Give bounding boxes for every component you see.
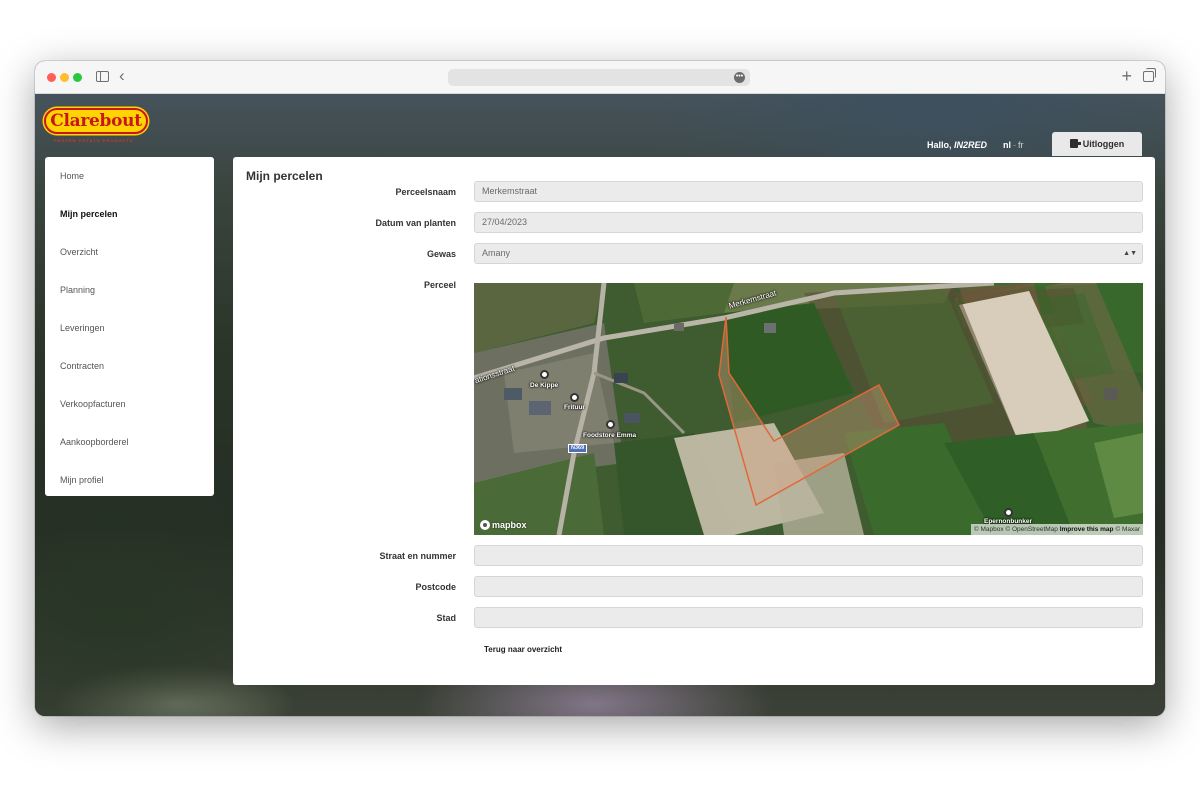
lang-fr[interactable]: fr bbox=[1018, 140, 1024, 150]
map-pin-icon[interactable] bbox=[570, 393, 579, 402]
tabs-overview-icon[interactable] bbox=[1143, 68, 1156, 82]
chevron-left-icon[interactable]: ‹ bbox=[119, 67, 125, 85]
logout-label: Uitloggen bbox=[1082, 139, 1125, 149]
sidebar-item-home[interactable]: Home bbox=[60, 170, 84, 182]
stad-field[interactable] bbox=[474, 607, 1143, 628]
lang-separator: - bbox=[1013, 140, 1016, 150]
ellipsis-icon[interactable]: ••• bbox=[734, 72, 745, 83]
stad-label: Stad bbox=[436, 613, 456, 623]
user-greeting: Hallo, IN2RED bbox=[927, 140, 987, 150]
road-shield: N369 bbox=[568, 444, 588, 453]
perceelsnaam-label: Perceelsnaam bbox=[395, 187, 456, 197]
username: IN2RED bbox=[954, 140, 988, 150]
sidebar-item-verkoopfacturen[interactable]: Verkoopfacturen bbox=[60, 398, 126, 410]
page-title: Mijn percelen bbox=[246, 169, 323, 183]
postcode-field[interactable] bbox=[474, 576, 1143, 597]
perceel-label: Perceel bbox=[423, 280, 456, 290]
mapbox-logo-icon bbox=[480, 520, 490, 530]
sidebar-nav: Home Mijn percelen Overzicht Planning Le… bbox=[45, 157, 214, 496]
sidebar-item-planning[interactable]: Planning bbox=[60, 284, 95, 296]
gewas-selected-value: Amany bbox=[482, 248, 511, 258]
logout-icon bbox=[1069, 139, 1081, 148]
attrib-osm[interactable]: © OpenStreetMap bbox=[1005, 526, 1057, 533]
map-pin-icon[interactable] bbox=[606, 420, 615, 429]
straat-en-nummer-field[interactable] bbox=[474, 545, 1143, 566]
select-arrows-icon: ▲▼ bbox=[1123, 250, 1137, 257]
parcel-map[interactable]: Merkemstraat ationsstraat De Kippe Fritu… bbox=[474, 283, 1143, 535]
page-content: Clarebout FROZEN POTATO PRODUCTS Hallo, … bbox=[35, 94, 1165, 716]
improve-map-link[interactable]: Improve this map bbox=[1060, 526, 1114, 533]
gewas-select[interactable]: Amany ▲▼ bbox=[474, 243, 1143, 264]
poi-frituur[interactable]: Frituur bbox=[564, 404, 585, 411]
sidebar-item-aankoopborderel[interactable]: Aankoopborderel bbox=[60, 436, 129, 448]
minimize-window-button[interactable] bbox=[60, 73, 69, 82]
lang-nl[interactable]: nl bbox=[1003, 140, 1011, 150]
greeting-prefix: Hallo, bbox=[927, 140, 952, 150]
sidebar-item-overzicht[interactable]: Overzicht bbox=[60, 246, 98, 258]
mapbox-logo-text: mapbox bbox=[492, 520, 527, 530]
poi-de-kippe[interactable]: De Kippe bbox=[530, 382, 558, 389]
attrib-mapbox[interactable]: © Mapbox bbox=[974, 526, 1004, 533]
sidebar-item-leveringen[interactable]: Leveringen bbox=[60, 322, 105, 334]
browser-toolbar: ‹ ••• + bbox=[35, 61, 1165, 94]
plus-icon[interactable]: + bbox=[1121, 66, 1132, 86]
logo-text: Clarebout bbox=[50, 111, 142, 131]
close-window-button[interactable] bbox=[47, 73, 56, 82]
datum-label: Datum van planten bbox=[375, 218, 456, 228]
postcode-label: Postcode bbox=[415, 582, 456, 592]
map-pin-icon[interactable] bbox=[1004, 508, 1013, 517]
straat-label: Straat en nummer bbox=[379, 551, 456, 561]
address-bar[interactable]: ••• bbox=[448, 69, 750, 86]
sidebar-item-contracten[interactable]: Contracten bbox=[60, 360, 104, 372]
perceelsnaam-field[interactable]: Merkemstraat bbox=[474, 181, 1143, 202]
mapbox-logo[interactable]: mapbox bbox=[480, 520, 527, 530]
sidebar-item-mijn-profiel[interactable]: Mijn profiel bbox=[60, 474, 104, 486]
datum-van-planten-field[interactable]: 27/04/2023 bbox=[474, 212, 1143, 233]
gewas-label: Gewas bbox=[426, 249, 456, 259]
map-attribution: © Mapbox © OpenStreetMap Improve this ma… bbox=[970, 524, 1143, 535]
sidebar-toggle-icon[interactable] bbox=[96, 71, 109, 82]
parcel-detail-card: Mijn percelen Perceelsnaam Merkemstraat … bbox=[233, 157, 1155, 685]
language-switcher: nl - fr bbox=[1003, 140, 1024, 150]
back-to-overview-link[interactable]: Terug naar overzicht bbox=[484, 645, 562, 654]
clarebout-logo[interactable]: Clarebout bbox=[44, 108, 148, 134]
attrib-maxar[interactable]: © Maxar bbox=[1115, 526, 1140, 533]
map-pin-icon[interactable] bbox=[540, 370, 549, 379]
browser-window: ‹ ••• + Clarebout FROZEN POTATO PRODUCTS… bbox=[35, 61, 1165, 716]
logout-button[interactable]: Uitloggen bbox=[1052, 132, 1142, 156]
sidebar-item-mijn-percelen[interactable]: Mijn percelen bbox=[60, 208, 118, 220]
maximize-window-button[interactable] bbox=[73, 73, 82, 82]
logo-subtitle: FROZEN POTATO PRODUCTS bbox=[54, 138, 134, 143]
poi-foodstore-emma[interactable]: Foodstore Emma bbox=[583, 432, 636, 439]
